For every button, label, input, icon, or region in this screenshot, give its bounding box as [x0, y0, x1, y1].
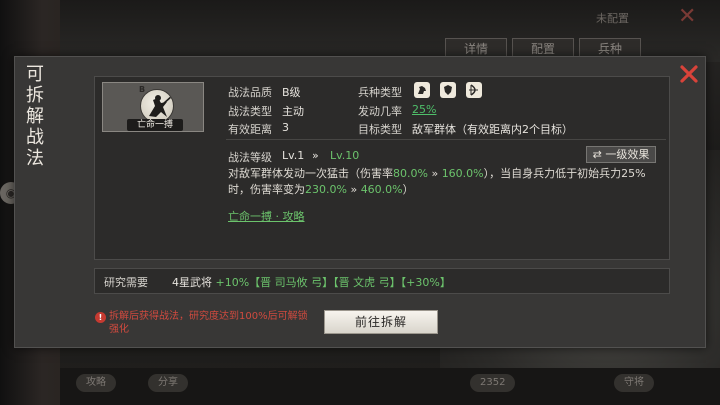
background-count-pill: 2352 — [470, 374, 516, 392]
range-label: 有效距离 — [228, 123, 272, 136]
target-type-value: 敌军群体（有效距离内2个目标） — [412, 123, 573, 136]
background-share-button: 分享 — [148, 374, 188, 392]
strategy-guide-link[interactable]: 亡命一搏 · 攻略 — [228, 208, 305, 224]
troop-type-label: 兵种类型 — [358, 86, 402, 99]
trigger-rate-label: 发动几率 — [358, 105, 402, 118]
warning-icon: ! — [95, 312, 106, 323]
quality-label: 战法品质 — [228, 86, 272, 99]
range-value: 3 — [282, 121, 289, 134]
desc-value-2: 160.0% — [441, 167, 484, 180]
desc-arrow-2: » — [346, 183, 361, 196]
panel-side-title: 可拆解战法 — [26, 64, 44, 169]
go-dismantle-button[interactable]: 前往拆解 — [324, 310, 438, 334]
research-label: 研究需要 — [104, 276, 148, 289]
close-button[interactable] — [677, 62, 701, 86]
desc-part-1: 对敌军群体发动一次猛击（伤害率 — [228, 167, 393, 180]
research-requirement: 4星武将 +10%【晋 司马攸 弓】【晋 文虎 弓】【+30%】 — [172, 274, 451, 290]
desc-part-3: ） — [402, 183, 414, 196]
cavalry-icon — [414, 82, 430, 98]
first-level-effect-label: 一级效果 — [605, 148, 650, 161]
desc-value-4: 460.0% — [360, 183, 403, 196]
skill-emblem-icon — [140, 89, 174, 123]
warning-text: 拆解后获得战法，研究度达到100%后可解锁强化 — [109, 311, 308, 335]
background-status-text: 未配置 — [596, 12, 629, 25]
close-icon — [680, 65, 698, 83]
quality-value: B级 — [282, 86, 301, 99]
skill-type-value: 主动 — [282, 105, 304, 118]
background-guard-button: 守将 — [614, 374, 654, 392]
level-arrow: » — [312, 149, 319, 162]
skill-description: 对敌军群体发动一次猛击（伤害率80.0% » 160.0%），当自身兵力低于初始… — [228, 166, 660, 198]
shield-icon — [440, 82, 456, 98]
research-base: 4星武将 — [172, 276, 212, 289]
skill-name-label: 亡命一搏 — [127, 119, 183, 131]
desc-arrow-1: » — [427, 167, 442, 180]
bow-icon — [466, 82, 482, 98]
trigger-rate-value: 25% — [412, 103, 437, 116]
troop-icons — [414, 82, 482, 98]
target-type-label: 目标类型 — [358, 123, 402, 136]
level-max: Lv.10 — [330, 149, 360, 162]
research-bonus: +10%【晋 司马攸 弓】【晋 文虎 弓】【+30%】 — [215, 276, 451, 289]
skill-card[interactable]: B 亡命一搏 — [102, 82, 204, 132]
level-current: Lv.1 — [282, 149, 305, 162]
skill-type-label: 战法类型 — [228, 105, 272, 118]
background-close-icon: ✕ — [678, 4, 697, 29]
info-divider — [226, 139, 666, 140]
first-level-effect-button[interactable]: ⇄ 一级效果 — [586, 146, 656, 163]
skill-grade-badge: B — [139, 85, 146, 94]
desc-value-1: 80.0% — [393, 167, 428, 180]
level-label: 战法等级 — [228, 151, 272, 164]
desc-value-3: 230.0% — [305, 183, 347, 196]
background-guide-button: 攻略 — [76, 374, 116, 392]
swap-icon: ⇄ — [592, 148, 602, 161]
